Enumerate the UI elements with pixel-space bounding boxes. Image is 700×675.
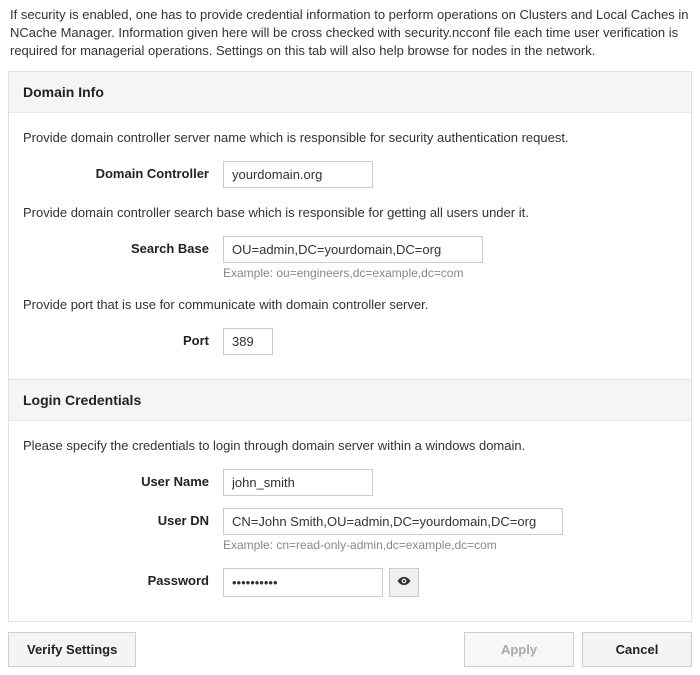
search-base-label: Search Base (23, 236, 223, 256)
userdn-label: User DN (23, 508, 223, 528)
domain-controller-desc: Provide domain controller server name wh… (23, 129, 677, 147)
search-base-desc: Provide domain controller search base wh… (23, 204, 677, 222)
port-desc: Provide port that is use for communicate… (23, 296, 677, 314)
port-label: Port (23, 328, 223, 348)
verify-settings-button[interactable]: Verify Settings (8, 632, 136, 667)
search-base-example: Example: ou=engineers,dc=example,dc=com (223, 266, 677, 280)
login-credentials-header: Login Credentials (9, 380, 691, 421)
userdn-input[interactable] (223, 508, 563, 535)
intro-text: If security is enabled, one has to provi… (0, 0, 700, 71)
password-input[interactable] (223, 568, 383, 597)
username-input[interactable] (223, 469, 373, 496)
domain-info-section: Domain Info Provide domain controller se… (8, 71, 692, 381)
domain-info-header: Domain Info (9, 72, 691, 113)
search-base-input[interactable] (223, 236, 483, 263)
port-input[interactable] (223, 328, 273, 355)
toggle-password-visibility-button[interactable] (389, 568, 419, 597)
userdn-example: Example: cn=read-only-admin,dc=example,d… (223, 538, 677, 552)
apply-button[interactable]: Apply (464, 632, 574, 667)
domain-controller-label: Domain Controller (23, 161, 223, 181)
username-label: User Name (23, 469, 223, 489)
cancel-button[interactable]: Cancel (582, 632, 692, 667)
footer: Verify Settings Apply Cancel (8, 632, 692, 667)
login-desc: Please specify the credentials to login … (23, 437, 677, 455)
password-label: Password (23, 568, 223, 588)
login-credentials-section: Login Credentials Please specify the cre… (8, 380, 692, 622)
domain-controller-input[interactable] (223, 161, 373, 188)
